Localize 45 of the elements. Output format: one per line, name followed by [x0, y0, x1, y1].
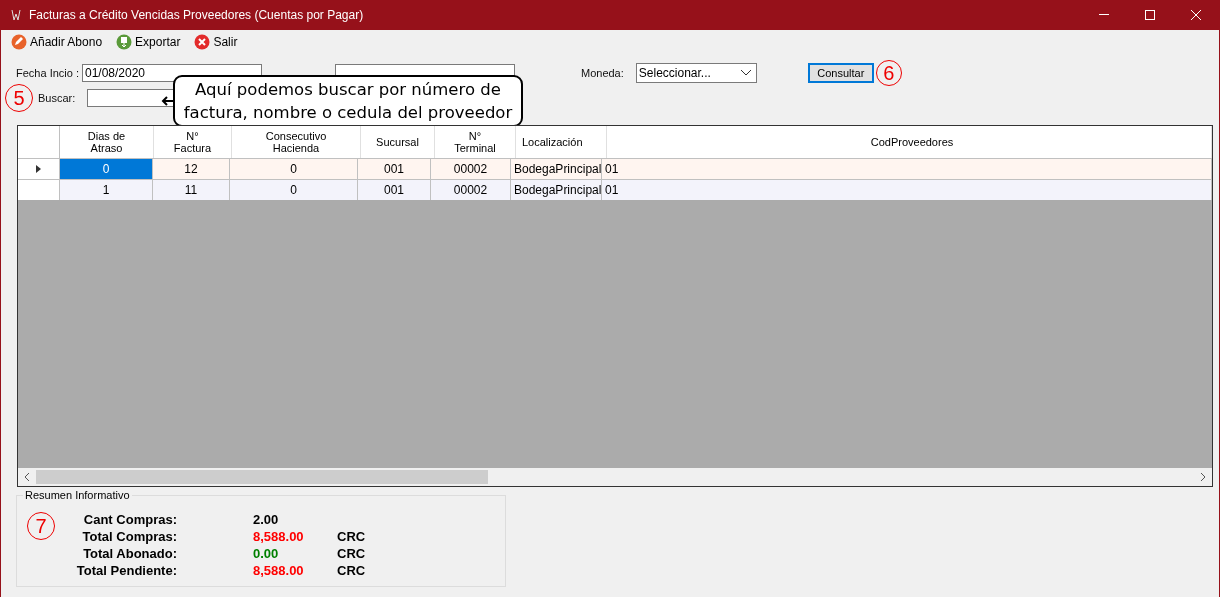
field-label: Moneda: [581, 67, 624, 79]
table-cell: 01 [602, 180, 1212, 200]
table-cell: 11 [153, 180, 230, 200]
minimize-icon[interactable] [1099, 14, 1109, 16]
toolbar-button[interactable]: Exportar [116, 34, 181, 50]
summary-value: 8,588.00 [253, 529, 304, 544]
app-icon [11, 8, 21, 22]
scroll-right-icon[interactable] [1199, 473, 1207, 481]
summary-label: Cant Compras: [83, 511, 177, 528]
table-cell: 0 [230, 180, 358, 200]
toolbar-button[interactable]: Añadir Abono [11, 34, 103, 50]
query-button[interactable]: Consultar [807, 63, 874, 83]
currency-code: CRC [337, 529, 366, 544]
table-cell: BodegaPrincipal [511, 180, 602, 200]
table-cell: 1 [60, 180, 153, 200]
group-title: Resumen Informativo [23, 489, 132, 501]
summary-label: Total Compras: [82, 528, 177, 545]
edit-icon [11, 34, 27, 50]
row-pointer-icon [36, 165, 41, 173]
help-tooltip: Aquí podemos buscar por número de factura, nombre o cedula del proveedor [173, 75, 523, 127]
close-icon[interactable] [1191, 10, 1201, 20]
chevron-down-icon [740, 70, 751, 76]
table-cell: 001 [358, 180, 431, 200]
summary-value: 8,588.00 [253, 563, 304, 578]
summary-value: 0.00 [253, 546, 279, 561]
maximize-icon[interactable] [1145, 10, 1155, 20]
horizontal-scrollbar[interactable] [18, 468, 1212, 486]
summary-value: 2.00 [253, 512, 279, 527]
window-title: Facturas a Crédito Vencidas Proveedores (Cuentas por Pagar) [29, 8, 365, 22]
field-label: Buscar: [38, 92, 76, 104]
export-icon [116, 34, 133, 50]
summary-label: Total Pendiente: [76, 562, 177, 579]
row-header[interactable] [18, 159, 60, 179]
summary-label: Total Abonado: [83, 545, 177, 562]
currency-code: CRC [337, 563, 366, 578]
field-label: Fecha Incio : [16, 67, 79, 79]
currency-code: CRC [337, 546, 366, 561]
arrow-icon [161, 95, 173, 107]
table-cell: 00002 [431, 180, 511, 200]
table-cell: 0 [60, 159, 153, 179]
currency-dropdown[interactable]: Seleccionar... [635, 63, 757, 83]
search-field[interactable] [87, 89, 176, 107]
close-icon [194, 34, 211, 50]
scroll-left-icon[interactable] [23, 473, 31, 481]
toolbar-button[interactable]: Salir [194, 34, 238, 50]
